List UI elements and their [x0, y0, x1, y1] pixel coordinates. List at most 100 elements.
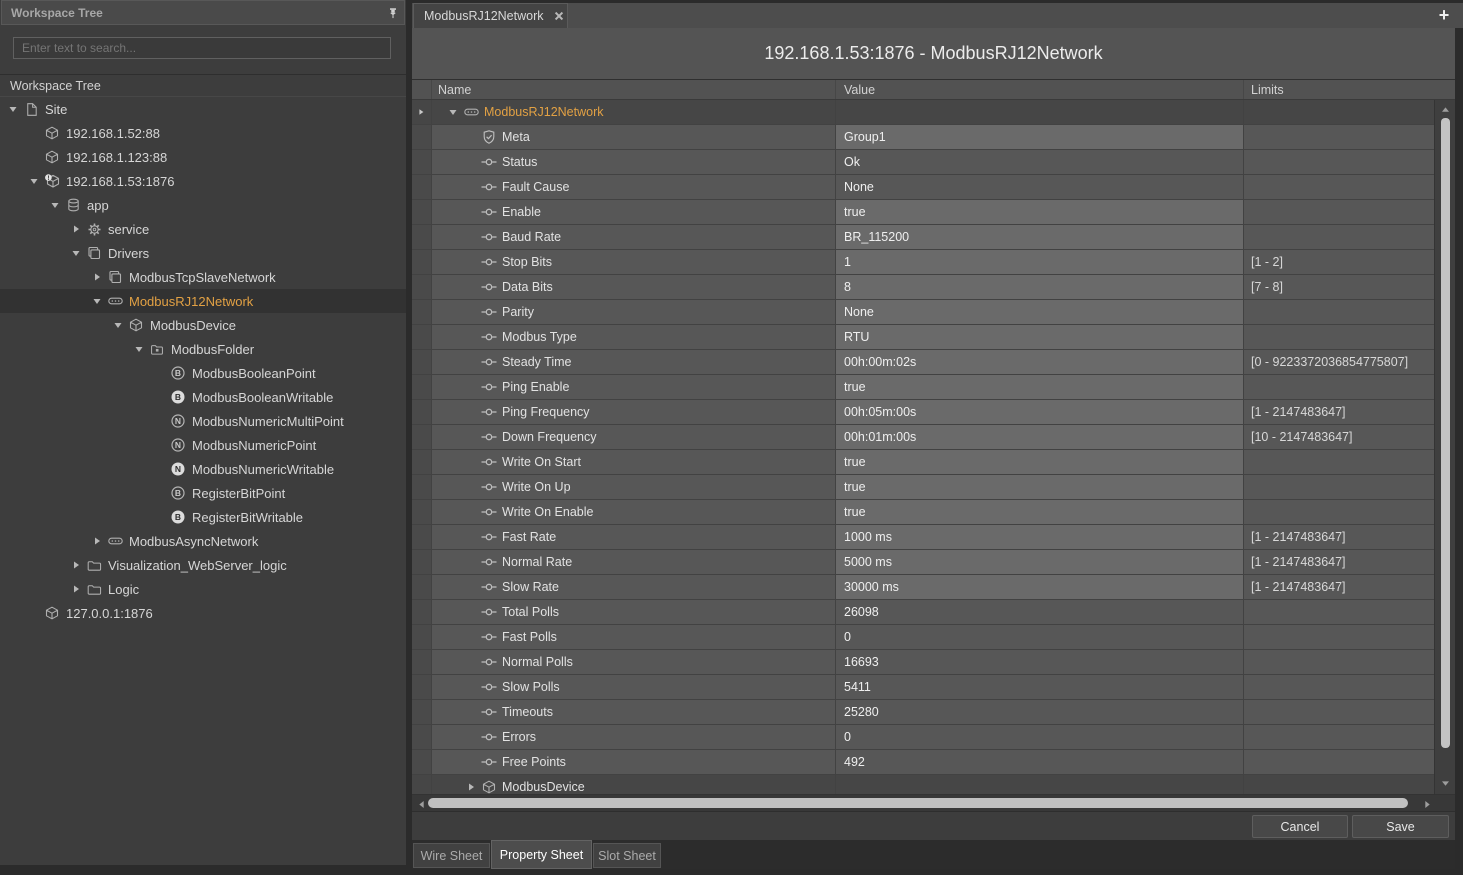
tree-item-192-168-1-123-88[interactable]: 192.168.1.123:88	[0, 145, 406, 169]
property-value-cell[interactable]: true	[836, 475, 1244, 499]
property-value-cell[interactable]: 30000 ms	[836, 575, 1244, 599]
tree-item-registerbitwritable[interactable]: BRegisterBitWritable	[0, 505, 406, 529]
property-value-cell[interactable]: true	[836, 375, 1244, 399]
chevron-right-icon[interactable]	[462, 782, 480, 792]
tree-item-192-168-1-52-88[interactable]: 192.168.1.52:88	[0, 121, 406, 145]
cancel-button[interactable]: Cancel	[1252, 815, 1348, 838]
property-row-fault-cause[interactable]: Fault CauseNone	[412, 175, 1434, 200]
property-row-slow-polls[interactable]: Slow Polls5411	[412, 675, 1434, 700]
property-value-cell[interactable]: None	[836, 300, 1244, 324]
vertical-scrollbar-thumb[interactable]	[1441, 118, 1450, 748]
property-row-meta[interactable]: MetaGroup1	[412, 125, 1434, 150]
property-row-modbusdevice[interactable]: ModbusDevice	[412, 775, 1434, 794]
pin-icon[interactable]	[382, 2, 404, 24]
tree-item-drivers[interactable]: Drivers	[0, 241, 406, 265]
tree-item-modbustcpslavenetwork[interactable]: ModbusTcpSlaveNetwork	[0, 265, 406, 289]
tab-property-sheet[interactable]: Property Sheet	[491, 840, 592, 869]
property-value-cell[interactable]: 00h:05m:00s	[836, 400, 1244, 424]
tree-item-127-0-0-1-1876[interactable]: 127.0.0.1:1876	[0, 601, 406, 625]
chevron-down-icon[interactable]	[46, 200, 64, 210]
property-row-fast-polls[interactable]: Fast Polls0	[412, 625, 1434, 650]
property-value-cell[interactable]: 00h:01m:00s	[836, 425, 1244, 449]
property-row-write-on-enable[interactable]: Write On Enabletrue	[412, 500, 1434, 525]
property-value-cell[interactable]: true	[836, 200, 1244, 224]
property-row-normal-rate[interactable]: Normal Rate5000 ms[1 - 2147483647]	[412, 550, 1434, 575]
property-value-cell[interactable]: 1000 ms	[836, 525, 1244, 549]
property-row-stop-bits[interactable]: Stop Bits1[1 - 2]	[412, 250, 1434, 275]
property-row-parity[interactable]: ParityNone	[412, 300, 1434, 325]
chevron-right-icon[interactable]	[88, 272, 106, 282]
svg-text:N: N	[175, 464, 181, 474]
property-row-write-on-start[interactable]: Write On Starttrue	[412, 450, 1434, 475]
property-row-free-points[interactable]: Free Points492	[412, 750, 1434, 775]
property-row-modbusrj12network[interactable]: ModbusRJ12Network	[412, 100, 1434, 125]
chevron-down-icon[interactable]	[25, 176, 43, 186]
property-value-cell[interactable]: RTU	[836, 325, 1244, 349]
tree-item-modbusbooleanpoint[interactable]: BModbusBooleanPoint	[0, 361, 406, 385]
new-tab-button[interactable]: +	[1434, 4, 1454, 26]
property-value-cell[interactable]: 5000 ms	[836, 550, 1244, 574]
property-value-cell[interactable]: 00h:00m:02s	[836, 350, 1244, 374]
chevron-down-icon[interactable]	[88, 296, 106, 306]
scroll-down-icon[interactable]	[1438, 778, 1452, 788]
property-value-cell[interactable]: Group1	[836, 125, 1244, 149]
tree-item-192-168-1-53-1876[interactable]: !192.168.1.53:1876	[0, 169, 406, 193]
scroll-left-icon[interactable]	[414, 799, 428, 809]
search-input[interactable]	[13, 37, 391, 59]
tab-close-icon[interactable]	[554, 11, 564, 21]
tree-item-modbusrj12network[interactable]: ModbusRJ12Network	[0, 289, 406, 313]
property-row-write-on-up[interactable]: Write On Uptrue	[412, 475, 1434, 500]
property-row-status[interactable]: StatusOk	[412, 150, 1434, 175]
tree-item-modbusnumericmultipoint[interactable]: NModbusNumericMultiPoint	[0, 409, 406, 433]
chevron-down-icon[interactable]	[4, 104, 22, 114]
property-row-steady-time[interactable]: Steady Time00h:00m:02s[0 - 9223372036854…	[412, 350, 1434, 375]
tree-item-visualization-webserver-logic[interactable]: Visualization_WebServer_logic	[0, 553, 406, 577]
tree-item-modbusfolder[interactable]: ModbusFolder	[0, 337, 406, 361]
chevron-right-icon[interactable]	[67, 560, 85, 570]
tree-item-modbusbooleanwritable[interactable]: BModbusBooleanWritable	[0, 385, 406, 409]
scroll-right-icon[interactable]	[1420, 799, 1434, 809]
property-row-normal-polls[interactable]: Normal Polls16693	[412, 650, 1434, 675]
property-value-cell[interactable]: true	[836, 450, 1244, 474]
property-row-down-frequency[interactable]: Down Frequency00h:01m:00s[10 - 214748364…	[412, 425, 1434, 450]
property-row-enable[interactable]: Enabletrue	[412, 200, 1434, 225]
property-row-total-polls[interactable]: Total Polls26098	[412, 600, 1434, 625]
chevron-down-icon[interactable]	[130, 344, 148, 354]
chevron-down-icon[interactable]	[67, 248, 85, 258]
property-name-label: Baud Rate	[502, 230, 561, 244]
chevron-right-icon[interactable]	[67, 584, 85, 594]
property-row-baud-rate[interactable]: Baud Rate BR_115200	[412, 225, 1434, 250]
tree-item-logic[interactable]: Logic	[0, 577, 406, 601]
chevron-right-icon[interactable]	[88, 536, 106, 546]
property-value-cell[interactable]: 1	[836, 250, 1244, 274]
chevron-down-icon[interactable]	[444, 107, 462, 117]
tree-item-modbusdevice[interactable]: ModbusDevice	[0, 313, 406, 337]
chevron-down-icon[interactable]	[109, 320, 127, 330]
tab-slot-sheet[interactable]: Slot Sheet	[593, 843, 661, 868]
property-value-cell[interactable]: 8	[836, 275, 1244, 299]
property-value-cell[interactable]: true	[836, 500, 1244, 524]
property-row-modbus-type[interactable]: Modbus TypeRTU	[412, 325, 1434, 350]
tree-item-site[interactable]: Site	[0, 97, 406, 121]
tree-item-modbusasyncnetwork[interactable]: ModbusAsyncNetwork	[0, 529, 406, 553]
property-row-slow-rate[interactable]: Slow Rate30000 ms[1 - 2147483647]	[412, 575, 1434, 600]
chevron-right-icon[interactable]	[67, 224, 85, 234]
tab-wire-sheet[interactable]: Wire Sheet	[413, 843, 490, 868]
tree-item-service[interactable]: service	[0, 217, 406, 241]
tree-item-modbusnumericwritable[interactable]: NModbusNumericWritable	[0, 457, 406, 481]
tree-item-app[interactable]: app	[0, 193, 406, 217]
horizontal-scrollbar-thumb[interactable]	[428, 798, 1408, 808]
property-row-ping-frequency[interactable]: Ping Frequency00h:05m:00s[1 - 2147483647…	[412, 400, 1434, 425]
property-row-errors[interactable]: Errors0	[412, 725, 1434, 750]
property-row-timeouts[interactable]: Timeouts25280	[412, 700, 1434, 725]
tree-item-modbusnumericpoint[interactable]: NModbusNumericPoint	[0, 433, 406, 457]
tab-modbusrj12network[interactable]: ModbusRJ12Network	[413, 3, 568, 28]
property-row-ping-enable[interactable]: Ping Enabletrue	[412, 375, 1434, 400]
save-button[interactable]: Save	[1352, 815, 1449, 838]
scroll-up-icon[interactable]	[1438, 104, 1452, 114]
property-row-fast-rate[interactable]: Fast Rate1000 ms[1 - 2147483647]	[412, 525, 1434, 550]
property-row-data-bits[interactable]: Data Bits8[7 - 8]	[412, 275, 1434, 300]
property-value-cell[interactable]: BR_115200	[836, 225, 1244, 249]
tree-item-registerbitpoint[interactable]: BRegisterBitPoint	[0, 481, 406, 505]
property-limits-cell	[1244, 675, 1434, 699]
